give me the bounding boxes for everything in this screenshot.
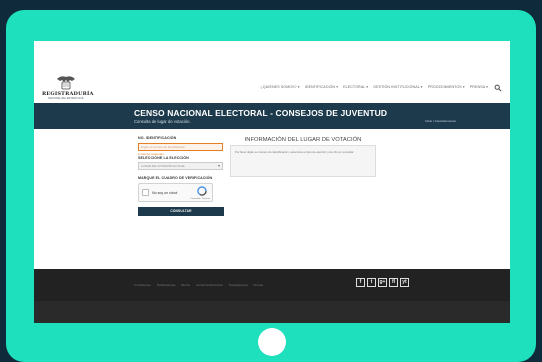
footer-link-transparencia[interactable]: Transparencia [228,283,247,287]
tablet-home-button [258,328,286,356]
logo[interactable]: REGISTRADURÍA NACIONAL DEL ESTADO CIVIL [42,75,93,100]
logo-subtitle: NACIONAL DEL ESTADO CIVIL [48,97,84,100]
footer-link-prensa[interactable]: Prensa [254,283,264,287]
lookup-form: NO. IDENTIFICACIÓN Digite el número de i… [138,136,228,216]
footer-links: Contáctenos Notificaciones Buzón Control… [134,283,263,287]
main-nav: ¿QUIÉNES SOMOS? ▾ IDENTIFICACIÓN ▾ ELECT… [261,85,488,89]
flickr-icon[interactable]: fl [389,278,398,287]
footer-link-control[interactable]: Control Institucional [196,283,222,287]
id-number-input[interactable]: Digite el número de identificación [138,143,223,151]
election-select-value: LUGAR DE VOTACIÓN ACTUAL [141,164,186,168]
social-icons: f t g+ fl yt [356,278,409,287]
page-banner: CENSO NACIONAL ELECTORAL - CONSEJOS DE J… [34,103,510,129]
info-title: INFORMACIÓN DEL LUGAR DE VOTACIÓN [244,137,362,143]
id-label: NO. IDENTIFICACIÓN [138,136,177,140]
info-box: Por favor digite su número de identifica… [230,145,376,177]
footer-bottom-bar [34,301,510,323]
election-label: SELECCIONE LA ELECCIÓN [138,156,189,160]
recaptcha-widget: No soy un robot Privacidad - Términos [138,183,213,202]
facebook-icon[interactable]: f [356,278,365,287]
recaptcha-checkbox[interactable] [142,189,149,196]
page-subtitle: Consulta de lugar de votación. [134,119,191,124]
twitter-icon[interactable]: t [367,278,376,287]
nav-item-electoral[interactable]: ELECTORAL ▾ [343,85,368,89]
footer-link-buzon[interactable]: Buzón [182,283,191,287]
nav-item-quienes-somos[interactable]: ¿QUIÉNES SOMOS? ▾ [261,85,300,89]
search-icon[interactable] [494,84,502,92]
footer-link-notificaciones[interactable]: Notificaciones [157,283,176,287]
nav-item-procedimientos[interactable]: PROCEDIMIENTOS ▾ [428,85,465,89]
page-title: CENSO NACIONAL ELECTORAL - CONSEJOS DE J… [134,108,388,118]
screen: REGISTRADURÍA NACIONAL DEL ESTADO CIVIL … [34,41,510,323]
chevron-down-icon: ▾ [217,163,220,168]
election-select[interactable]: LUGAR DE VOTACIÓN ACTUAL ▾ [138,162,223,170]
footer-link-contactenos[interactable]: Contáctenos [134,283,151,287]
breadcrumb[interactable]: Inicio / Consulta Censo [425,119,456,123]
info-text: Por favor digite su número de identifica… [235,150,355,154]
nav-item-identificacion[interactable]: IDENTIFICACIÓN ▾ [305,85,338,89]
nav-item-prensa[interactable]: PRENSA ▾ [470,85,488,89]
youtube-icon[interactable]: yt [400,278,409,287]
site-header: REGISTRADURÍA NACIONAL DEL ESTADO CIVIL … [34,41,510,101]
google-plus-icon[interactable]: g+ [378,278,387,287]
recaptcha-terms[interactable]: Privacidad - Términos [191,198,210,200]
recaptcha-icon [197,186,207,196]
site-footer: Contáctenos Notificaciones Buzón Control… [34,269,510,301]
nav-item-gestion[interactable]: GESTIÓN INSTITUCIONAL ▾ [373,85,423,89]
captcha-label: MARQUE EL CUADRO DE VERIFICACIÓN [138,176,213,180]
recaptcha-label: No soy un robot [152,191,178,195]
consultar-button[interactable]: CONSULTAR [138,207,224,216]
coat-of-arms-icon [57,76,75,90]
